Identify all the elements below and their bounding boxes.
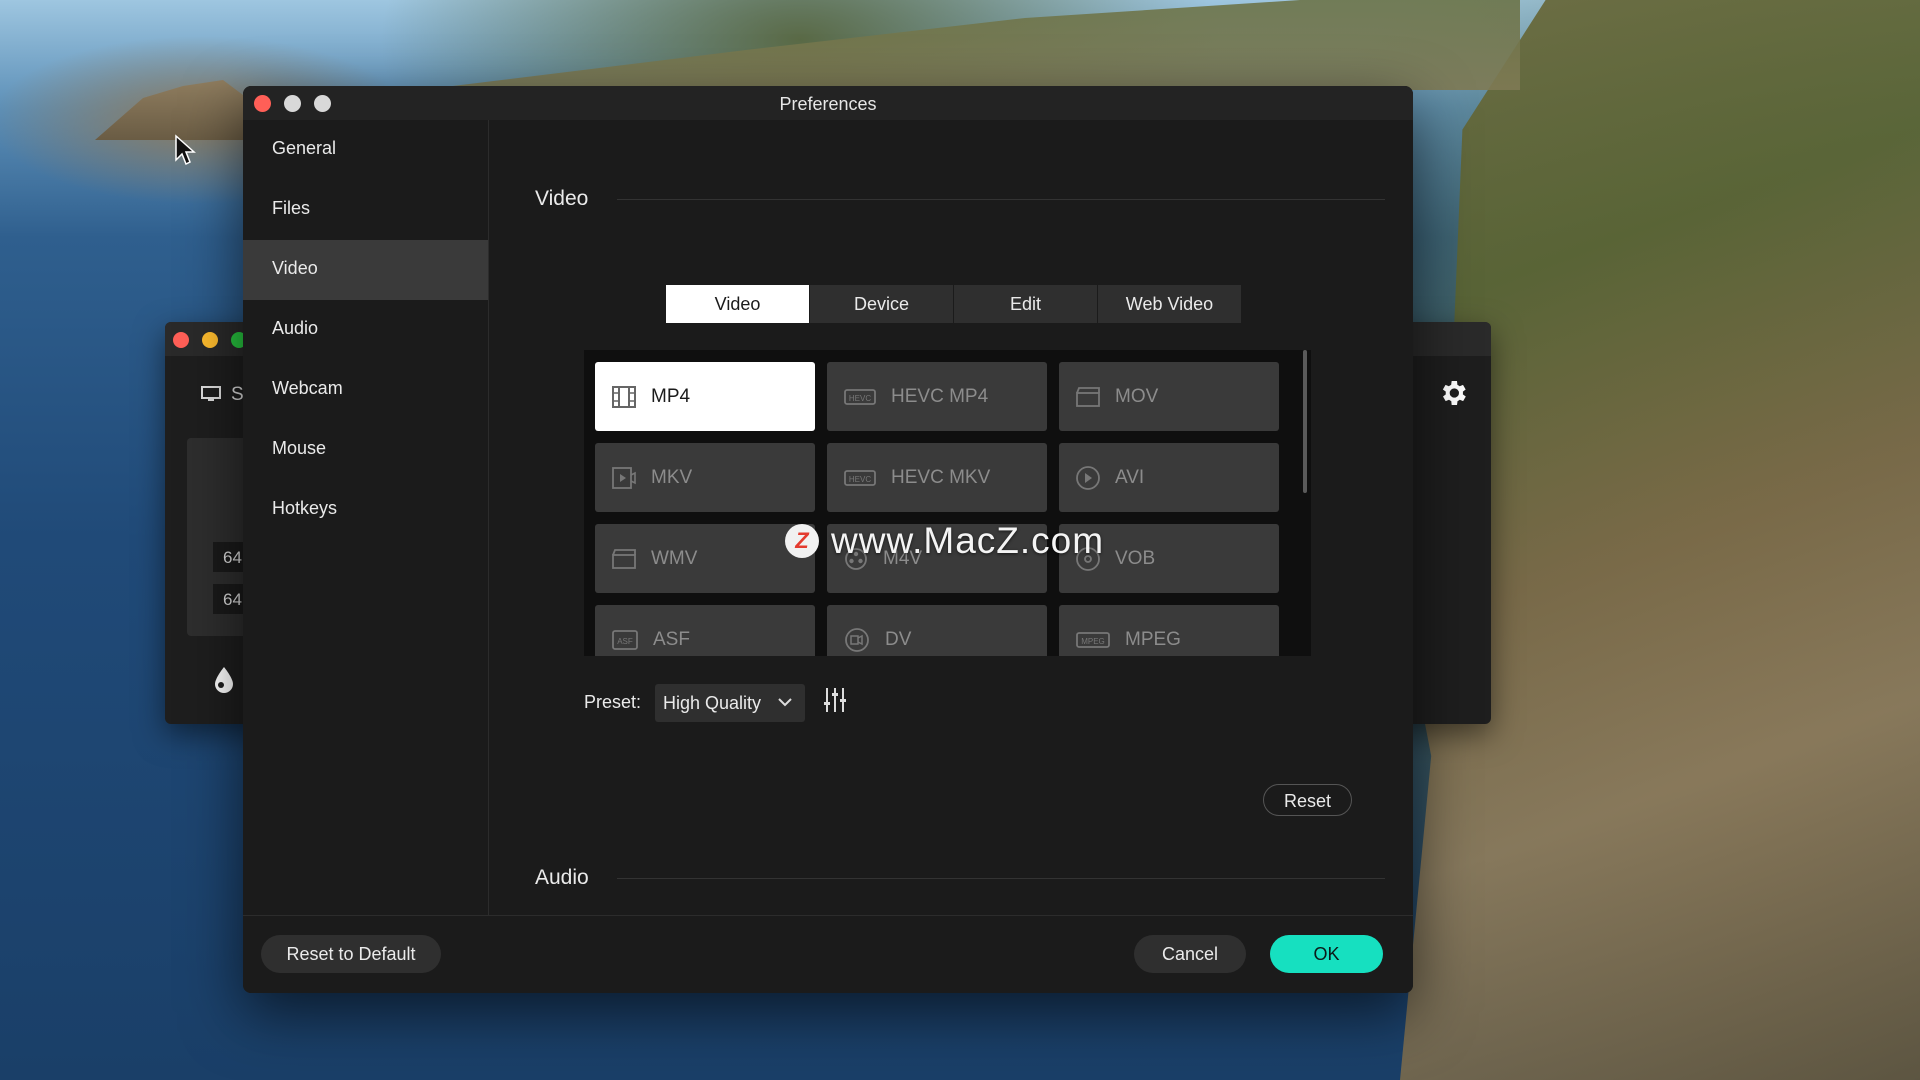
window-title: Preferences: [779, 94, 877, 114]
footer-bar: Reset to Default Cancel OK: [243, 915, 1413, 993]
tab-device[interactable]: Device: [810, 285, 953, 323]
reset-to-default-button[interactable]: Reset to Default: [261, 935, 441, 973]
dv-icon: [845, 627, 869, 652]
format-label: MP4: [651, 385, 691, 407]
format-mkv[interactable]: MKV: [595, 443, 815, 512]
svg-text:MPEG: MPEG: [1081, 637, 1105, 646]
preferences-window: Preferences General Files Video Audio We…: [243, 86, 1413, 993]
format-grid: MP4 HEVC HEVC MP4 MOV MKV HEVC HEVC MKV: [595, 362, 1279, 656]
format-asf[interactable]: ASF ASF: [595, 605, 815, 656]
asf-icon: ASF: [612, 629, 638, 650]
format-label: HEVC MKV: [891, 466, 991, 488]
clapper-icon: [612, 548, 636, 569]
bg-close-button[interactable]: [173, 332, 189, 348]
mpeg-icon: MPEG: [1076, 631, 1110, 648]
format-avi[interactable]: AVI: [1059, 443, 1279, 512]
format-label: HEVC MP4: [891, 385, 989, 407]
hevc-icon: HEVC: [844, 469, 876, 486]
preset-dropdown[interactable]: High Quality: [655, 684, 805, 722]
screen-icon: [201, 386, 221, 407]
ok-button[interactable]: OK: [1270, 935, 1383, 973]
play-circle-icon: [1076, 465, 1100, 490]
preset-label: Preset:: [584, 692, 642, 712]
drop-icon[interactable]: [209, 664, 239, 701]
format-grid-scrollbar[interactable]: [1303, 350, 1307, 493]
format-hevc-mp4[interactable]: HEVC HEVC MP4: [827, 362, 1047, 431]
sidebar-item-audio[interactable]: Audio: [243, 300, 488, 360]
format-dv[interactable]: DV: [827, 605, 1047, 656]
sidebar-item-webcam[interactable]: Webcam: [243, 360, 488, 420]
cancel-button[interactable]: Cancel: [1134, 935, 1246, 973]
background-label: S: [231, 384, 244, 405]
tab-web-video[interactable]: Web Video: [1098, 285, 1241, 323]
section-divider: [617, 199, 1385, 200]
format-grid-container: MP4 HEVC HEVC MP4 MOV MKV HEVC HEVC MKV: [584, 350, 1311, 656]
format-mov[interactable]: MOV: [1059, 362, 1279, 431]
titlebar: Preferences: [243, 86, 1413, 120]
sidebar-item-hotkeys[interactable]: Hotkeys: [243, 480, 488, 540]
svg-text:HEVC: HEVC: [849, 394, 871, 403]
mouse-pointer-icon: [174, 134, 196, 171]
content-pane: Video Video Device Edit Web Video MP4 HE…: [490, 120, 1413, 915]
format-label: WMV: [651, 547, 698, 569]
film-icon: [612, 385, 636, 408]
format-tabs: Video Device Edit Web Video: [666, 285, 1242, 323]
bg-minimize-button[interactable]: [202, 332, 218, 348]
svg-text:ASF: ASF: [617, 637, 633, 646]
section-heading-video: Video: [535, 187, 589, 210]
tab-video[interactable]: Video: [666, 285, 809, 323]
svg-text:HEVC: HEVC: [849, 475, 871, 484]
format-label: AVI: [1115, 466, 1145, 488]
desktop-islet: [95, 80, 255, 140]
format-label: MKV: [651, 466, 693, 488]
sidebar-item-video[interactable]: Video: [243, 240, 488, 300]
gear-icon[interactable]: [1437, 377, 1469, 414]
watermark-badge: Z: [785, 524, 819, 558]
format-mp4[interactable]: MP4: [595, 362, 815, 431]
chevron-down-icon: [778, 698, 792, 707]
format-wmv[interactable]: WMV: [595, 524, 815, 593]
sidebar-item-general[interactable]: General: [243, 120, 488, 180]
preset-value: High Quality: [663, 693, 762, 713]
video-file-icon: [612, 466, 636, 489]
clapper-icon: [1076, 386, 1100, 407]
format-label: DV: [885, 628, 912, 650]
format-label: MPEG: [1125, 628, 1181, 650]
format-label: MOV: [1115, 385, 1159, 407]
tab-edit[interactable]: Edit: [954, 285, 1097, 323]
format-mpeg[interactable]: MPEG MPEG: [1059, 605, 1279, 656]
section-heading-audio: Audio: [535, 866, 589, 889]
section-divider: [617, 878, 1385, 879]
format-label: ASF: [653, 628, 690, 650]
settings-sliders-icon[interactable]: [823, 686, 847, 719]
watermark: Z www.MacZ.com: [785, 520, 1104, 562]
sidebar: General Files Video Audio Webcam Mouse H…: [243, 120, 489, 915]
desktop-hill: [420, 0, 1520, 90]
sidebar-item-files[interactable]: Files: [243, 180, 488, 240]
format-hevc-mkv[interactable]: HEVC HEVC MKV: [827, 443, 1047, 512]
watermark-text: www.MacZ.com: [831, 520, 1105, 561]
sidebar-item-mouse[interactable]: Mouse: [243, 420, 488, 480]
format-label: VOB: [1115, 547, 1156, 569]
reset-button[interactable]: Reset: [1263, 784, 1352, 816]
hevc-icon: HEVC: [844, 388, 876, 405]
